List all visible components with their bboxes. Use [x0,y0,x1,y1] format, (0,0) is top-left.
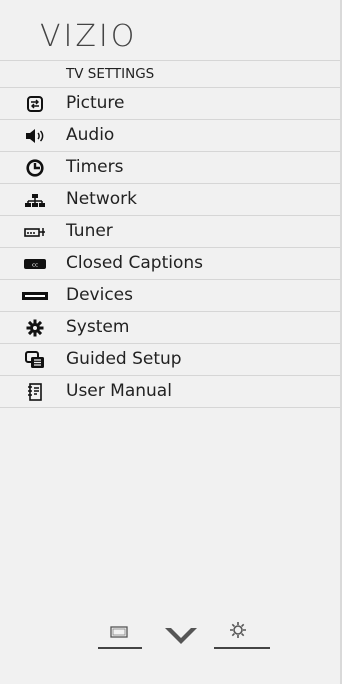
menu-item-audio[interactable]: Audio [0,120,340,152]
picture-icon [22,88,48,119]
menu-item-label: Closed Captions [66,253,204,273]
clock-icon [22,152,48,183]
menu-item-label: Timers [66,157,124,177]
tuner-icon [22,216,48,247]
vizio-logo: VIZIO [40,19,138,54]
menu-item-label: Tuner [66,221,113,241]
input-icon[interactable] [96,620,142,644]
input-underline [98,647,142,649]
section-title: TV SETTINGS [0,60,340,88]
cc-icon: cc [22,248,48,279]
menu-item-picture[interactable]: Picture [0,88,340,120]
menu-item-network[interactable]: Network [0,184,340,216]
menu-item-user-manual[interactable]: User Manual [0,376,340,408]
settings-icon[interactable] [216,616,260,644]
guided-setup-icon [22,344,48,375]
settings-menu: Picture Audio Timers Network Tuner cc Cl… [0,88,340,408]
menu-item-label: Audio [66,125,115,145]
menu-item-label: Devices [66,285,133,305]
network-icon [22,184,48,215]
bottom-nav-bar [0,612,340,672]
speaker-icon [22,120,48,151]
menu-item-devices[interactable]: Devices [0,280,340,312]
settings-underline [214,647,270,649]
menu-item-guided-setup[interactable]: Guided Setup [0,344,340,376]
settings-panel: VIZIO TV SETTINGS Picture Audio Timers N… [0,0,342,684]
menu-item-label: Picture [66,93,125,113]
menu-item-tuner[interactable]: Tuner [0,216,340,248]
menu-item-label: Network [66,189,137,209]
devices-icon [22,280,48,311]
menu-item-system[interactable]: System [0,312,340,344]
menu-item-timers[interactable]: Timers [0,152,340,184]
menu-item-label: User Manual [66,381,172,401]
menu-item-closed-captions[interactable]: cc Closed Captions [0,248,340,280]
gear-icon [22,312,48,343]
svg-text:cc: cc [32,262,38,268]
menu-item-label: Guided Setup [66,349,182,369]
chevron-down-icon[interactable] [158,622,204,650]
menu-item-label: System [66,317,130,337]
manual-icon [22,376,48,407]
